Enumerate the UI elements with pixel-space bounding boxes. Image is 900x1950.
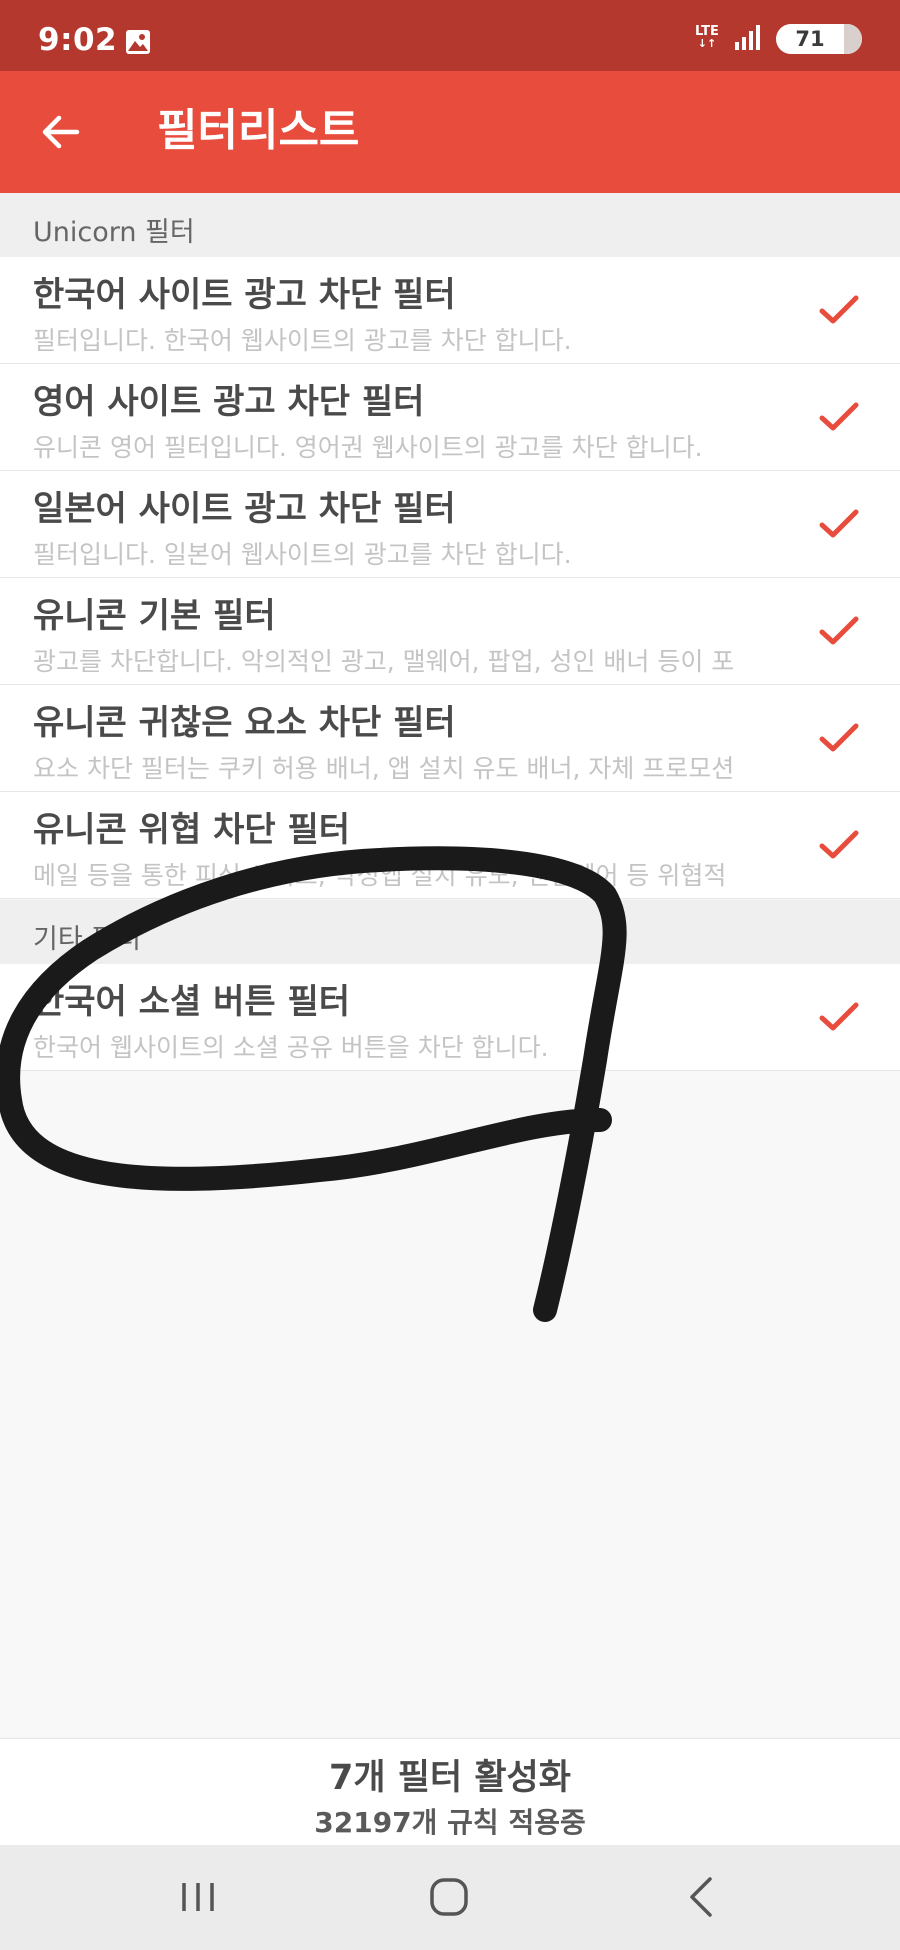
signal-icon — [735, 25, 760, 50]
section-header-other: 기타 필터 — [0, 900, 900, 965]
app-bar: 필터리스트 — [0, 71, 900, 193]
filter-title: 영어 사이트 광고 차단 필터 — [33, 382, 425, 422]
section-header-label: 기타 필터 — [33, 924, 141, 955]
filter-row[interactable]: 한국어 사이트 광고 차단 필터 필터입니다. 한국어 웹사이트의 광고를 차단… — [0, 257, 900, 364]
filter-description: 한국어 웹사이트의 소셜 공유 버튼을 차단 합니다. — [33, 1033, 549, 1062]
system-nav-bar — [0, 1845, 900, 1950]
battery-icon: 71 — [776, 24, 862, 54]
battery-level: 71 — [795, 27, 825, 51]
status-time: 9:02 — [38, 22, 118, 58]
check-icon[interactable] — [816, 718, 862, 758]
filter-row[interactable]: 유니콘 위협 차단 필터 메일 등을 통한 피싱 사이트, 악성앱 설치 유도,… — [0, 792, 900, 899]
filter-title: 유니콘 귀찮은 요소 차단 필터 — [33, 703, 456, 743]
recent-apps-icon[interactable] — [168, 1867, 228, 1927]
gallery-icon — [126, 30, 150, 54]
filter-title: 일본어 사이트 광고 차단 필터 — [33, 489, 456, 529]
back-icon[interactable] — [672, 1867, 732, 1927]
filter-description: 요소 차단 필터는 쿠키 허용 배너, 앱 설치 유도 배너, 자체 프로모션 — [33, 754, 735, 783]
arrow-left-icon[interactable] — [30, 101, 92, 163]
filter-description: 유니콘 영어 필터입니다. 영어권 웹사이트의 광고를 차단 합니다. — [33, 433, 703, 462]
active-filter-count: 7개 필터 활성화 — [329, 1758, 571, 1798]
filter-title: 한국어 소셜 버튼 필터 — [33, 982, 351, 1022]
lte-icon: LTE ↓↑ — [692, 25, 722, 50]
filter-row[interactable]: 한국어 소셜 버튼 필터 한국어 웹사이트의 소셜 공유 버튼을 차단 합니다. — [0, 964, 900, 1071]
filter-row[interactable]: 영어 사이트 광고 차단 필터 유니콘 영어 필터입니다. 영어권 웹사이트의 … — [0, 364, 900, 471]
rules-count: 32197개 규칙 적용중 — [314, 1806, 586, 1839]
filter-title: 유니콘 기본 필터 — [33, 596, 276, 636]
check-icon[interactable] — [816, 290, 862, 330]
check-icon[interactable] — [816, 504, 862, 544]
home-icon[interactable] — [419, 1867, 479, 1927]
section-header-label: Unicorn 필터 — [33, 217, 195, 248]
check-icon[interactable] — [816, 825, 862, 865]
footer-summary: 7개 필터 활성화 32197개 규칙 적용중 — [0, 1738, 900, 1846]
filter-description: 필터입니다. 한국어 웹사이트의 광고를 차단 합니다. — [33, 326, 572, 355]
filter-row[interactable]: 유니콘 기본 필터 광고를 차단합니다. 악의적인 광고, 맬웨어, 팝업, 성… — [0, 578, 900, 685]
filter-title: 유니콘 위협 차단 필터 — [33, 810, 351, 850]
filter-row[interactable]: 일본어 사이트 광고 차단 필터 필터입니다. 일본어 웹사이트의 광고를 차단… — [0, 471, 900, 578]
filter-description: 광고를 차단합니다. 악의적인 광고, 맬웨어, 팝업, 성인 배너 등이 포 — [33, 647, 735, 676]
filter-title: 한국어 사이트 광고 차단 필터 — [33, 275, 456, 315]
check-icon[interactable] — [816, 997, 862, 1037]
filter-row[interactable]: 유니콘 귀찮은 요소 차단 필터 요소 차단 필터는 쿠키 허용 배너, 앱 설… — [0, 685, 900, 792]
section-header-unicorn: Unicorn 필터 — [0, 193, 900, 258]
page-title: 필터리스트 — [157, 105, 360, 156]
filter-description: 필터입니다. 일본어 웹사이트의 광고를 차단 합니다. — [33, 540, 572, 569]
status-bar: 9:02 LTE ↓↑ 71 — [0, 0, 900, 71]
filter-description: 메일 등을 통한 피싱 사이트, 악성앱 설치 유도, 랜섬웨어 등 위협적 — [33, 861, 727, 890]
check-icon[interactable] — [816, 397, 862, 437]
check-icon[interactable] — [816, 611, 862, 651]
